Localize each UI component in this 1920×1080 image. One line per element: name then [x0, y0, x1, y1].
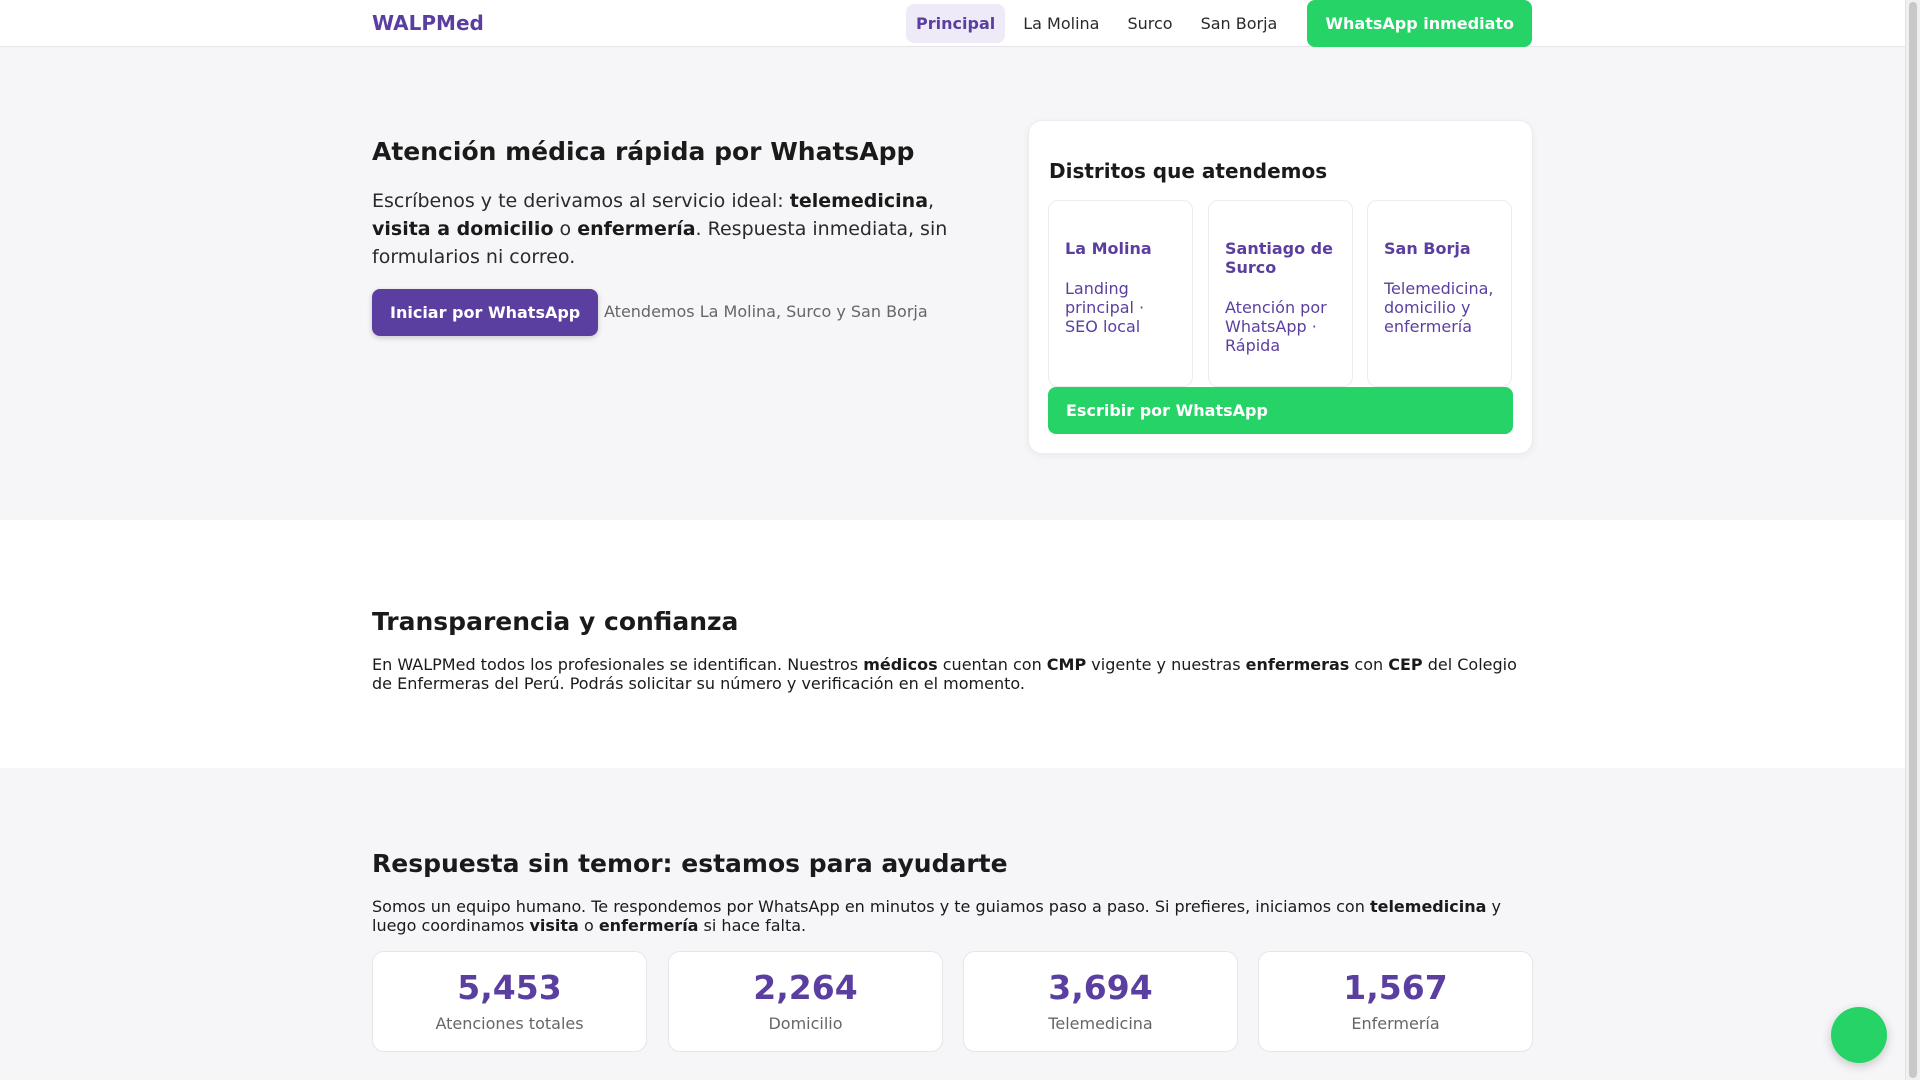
response-text: Somos un equipo humano. Te respondemos p… [372, 897, 1501, 935]
stat-label: Domicilio [768, 1014, 843, 1033]
floating-whatsapp-button[interactable] [1831, 1007, 1887, 1063]
district-name: San Borja [1384, 239, 1471, 258]
nav-item-san-borja[interactable]: San Borja [1191, 4, 1288, 43]
stat-card-enfermeria: 1,567 Enfermería [1258, 951, 1533, 1052]
transparency-title: Transparencia y confianza [372, 607, 739, 636]
stat-card-telemedicina: 3,694 Telemedicina [963, 951, 1238, 1052]
district-card-san-borja[interactable]: San Borja Telemedicina, domicilio y enfe… [1367, 200, 1512, 387]
start-whatsapp-button[interactable]: Iniciar por WhatsApp [372, 289, 599, 336]
stat-value: 1,567 [1343, 968, 1448, 1007]
district-name: Santiago de Surco [1225, 239, 1333, 277]
response-title: Respuesta sin temor: estamos para ayudar… [372, 849, 1008, 878]
nav-item-la-molina[interactable]: La Molina [1013, 4, 1109, 43]
scrollbar-thumb[interactable] [1909, 2, 1917, 1078]
transparency-section [0, 520, 1905, 768]
write-whatsapp-button[interactable]: Escribir por WhatsApp [1048, 387, 1513, 434]
transparency-text: En WALPMed todos los profesionales se id… [372, 655, 1517, 693]
stat-label: Enfermería [1351, 1014, 1440, 1033]
district-description: Landing principal · SEO local [1065, 279, 1145, 336]
stat-value: 5,453 [457, 968, 562, 1007]
nav-item-principal[interactable]: Principal [906, 4, 1006, 43]
district-description: Atención por WhatsApp · Rápida [1225, 298, 1327, 355]
hero-coverage-note: Atendemos La Molina, Surco y San Borja [604, 302, 928, 321]
districts-card: Distritos que atendemos La Molina Landin… [1028, 120, 1533, 454]
district-card-santiago-de-surco[interactable]: Santiago de Surco Atención por WhatsApp … [1208, 200, 1353, 387]
site-header: WALPMed Principal La Molina Surco San Bo… [0, 0, 1905, 47]
hero-title: Atención médica rápida por WhatsApp [372, 137, 915, 166]
district-description: Telemedicina, domicilio y enfermería [1384, 279, 1494, 336]
brand-logo[interactable]: WALPMed [372, 11, 484, 35]
stat-value: 2,264 [753, 968, 858, 1007]
nav-item-surco[interactable]: Surco [1117, 4, 1182, 43]
district-name: La Molina [1065, 239, 1152, 258]
page: WALPMed Principal La Molina Surco San Bo… [0, 0, 1905, 1080]
stat-card-domicilio: 2,264 Domicilio [668, 951, 943, 1052]
district-card-la-molina[interactable]: La Molina Landing principal · SEO local [1048, 200, 1193, 387]
stat-value: 3,694 [1048, 968, 1153, 1007]
stat-card-total: 5,453 Atenciones totales [372, 951, 647, 1052]
hero-description: Escríbenos y te derivamos al servicio id… [372, 190, 948, 268]
whatsapp-header-button[interactable]: WhatsApp inmediato [1307, 0, 1532, 47]
stat-label: Telemedicina [1048, 1014, 1153, 1033]
districts-title: Distritos que atendemos [1049, 159, 1328, 183]
stat-label: Atenciones totales [435, 1014, 584, 1033]
main-nav: Principal La Molina Surco San Borja What… [906, 0, 1532, 47]
page-scrollbar[interactable] [1905, 0, 1920, 1080]
